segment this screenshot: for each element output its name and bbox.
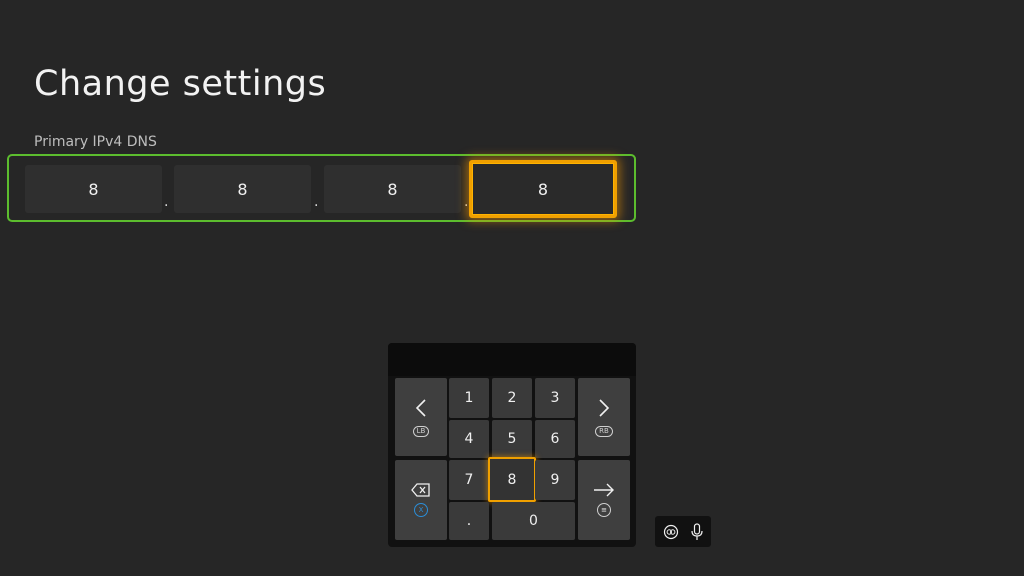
key-9[interactable]: 9 <box>535 460 575 500</box>
octet-1-input[interactable]: 8 <box>25 165 162 213</box>
menu-button-hint: ≡ <box>597 503 611 517</box>
numeric-keypad: LB 1 2 3 RB 4 5 6 X 7 8 9 ≡ . 0 <box>388 343 636 547</box>
keypad-display <box>388 343 636 376</box>
rb-bumper-hint: RB <box>595 425 613 437</box>
dns-field-label: Primary IPv4 DNS <box>34 134 157 150</box>
x-button-hint: X <box>414 503 428 517</box>
cursor-left-button[interactable]: LB <box>395 378 447 456</box>
lb-bumper-hint: LB <box>412 425 430 437</box>
key-1[interactable]: 1 <box>449 378 489 418</box>
octet-separator: . <box>464 194 469 210</box>
octet-2-input[interactable]: 8 <box>174 165 311 213</box>
key-4[interactable]: 4 <box>449 420 489 458</box>
backspace-button[interactable]: X <box>395 460 447 540</box>
octet-4-input[interactable]: 8 <box>469 160 617 218</box>
chevron-left-icon <box>415 398 426 417</box>
octet-separator: . <box>164 194 169 210</box>
chevron-right-icon <box>599 398 610 417</box>
octet-3-input[interactable]: 8 <box>324 165 461 213</box>
key-8[interactable]: 8 <box>488 457 536 502</box>
key-6[interactable]: 6 <box>535 420 575 458</box>
key-dot[interactable]: . <box>449 502 489 540</box>
enter-button[interactable]: ≡ <box>578 460 630 540</box>
key-0[interactable]: 0 <box>492 502 575 540</box>
backspace-icon <box>411 483 430 497</box>
page-title: Change settings <box>34 64 327 104</box>
input-options-bar <box>655 516 711 547</box>
key-2[interactable]: 2 <box>492 378 532 418</box>
key-5[interactable]: 5 <box>492 420 532 458</box>
arrow-right-icon <box>594 483 614 497</box>
cursor-right-button[interactable]: RB <box>578 378 630 456</box>
link-icon[interactable] <box>663 524 679 540</box>
octet-separator: . <box>314 194 319 210</box>
key-7[interactable]: 7 <box>449 460 489 500</box>
key-3[interactable]: 3 <box>535 378 575 418</box>
primary-ipv4-dns-field[interactable]: 8 . 8 . 8 . 8 <box>7 154 636 222</box>
microphone-icon[interactable] <box>691 522 703 541</box>
